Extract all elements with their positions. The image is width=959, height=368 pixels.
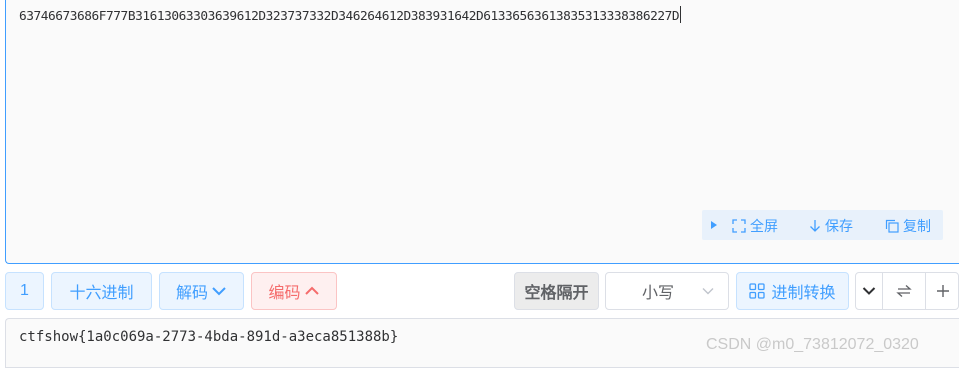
copy-button[interactable]: 复制 xyxy=(885,216,931,236)
base-convert-button[interactable]: 进制转换 xyxy=(736,272,849,310)
chevron-down-bold-icon xyxy=(862,287,876,295)
download-arrow-icon xyxy=(810,220,820,232)
copy-label: 复制 xyxy=(903,218,931,234)
swap-button[interactable] xyxy=(883,273,926,309)
decode-label: 解码 xyxy=(175,285,208,302)
space-separate-button[interactable]: 空格隔开 xyxy=(514,272,599,310)
case-select[interactable]: 小写 xyxy=(605,272,729,310)
fullscreen-icon xyxy=(732,219,746,233)
hex-mode-button[interactable]: 十六进制 xyxy=(51,272,152,310)
select-chevron-down-icon xyxy=(702,288,714,295)
input-text: 63746673686F777B31613063303639612D323737… xyxy=(19,9,680,24)
input-textarea[interactable]: 63746673686F777B31613063303639612D323737… xyxy=(5,0,959,264)
add-button[interactable] xyxy=(926,273,959,309)
output-text: ctfshow{1a0c069a-2773-4bda-891d-a3eca851… xyxy=(19,329,399,345)
copy-icon xyxy=(885,219,899,233)
case-select-value: 小写 xyxy=(642,285,675,302)
chevron-up-icon xyxy=(304,286,319,295)
input-text-line: 63746673686F777B31613063303639612D323737… xyxy=(19,6,682,24)
plus-icon xyxy=(937,285,949,297)
button-group-right xyxy=(855,272,959,310)
toolbar: 1 十六进制 解码 编码 空格隔开 小写 进制转换 xyxy=(0,270,959,312)
save-button[interactable]: 保存 xyxy=(809,216,853,236)
fullscreen-button[interactable]: 全屏 xyxy=(732,216,778,236)
text-caret xyxy=(680,6,682,23)
decode-button[interactable]: 解码 xyxy=(159,272,244,310)
swap-icon xyxy=(896,285,912,297)
encode-label: 编码 xyxy=(268,285,301,302)
count-button[interactable]: 1 xyxy=(5,272,44,310)
encode-button[interactable]: 编码 xyxy=(251,272,337,310)
chevron-down-icon xyxy=(212,287,226,296)
grid-icon xyxy=(749,283,766,299)
fullscreen-label: 全屏 xyxy=(750,218,778,234)
collapse-button[interactable] xyxy=(856,273,883,309)
mini-toolbar: 全屏 保存 复制 xyxy=(702,210,943,240)
watermark: CSDN @m0_73812072_0320 xyxy=(706,336,919,353)
play-arrow-icon[interactable] xyxy=(711,221,717,229)
base-convert-label: 进制转换 xyxy=(771,285,836,302)
save-label: 保存 xyxy=(825,218,853,234)
